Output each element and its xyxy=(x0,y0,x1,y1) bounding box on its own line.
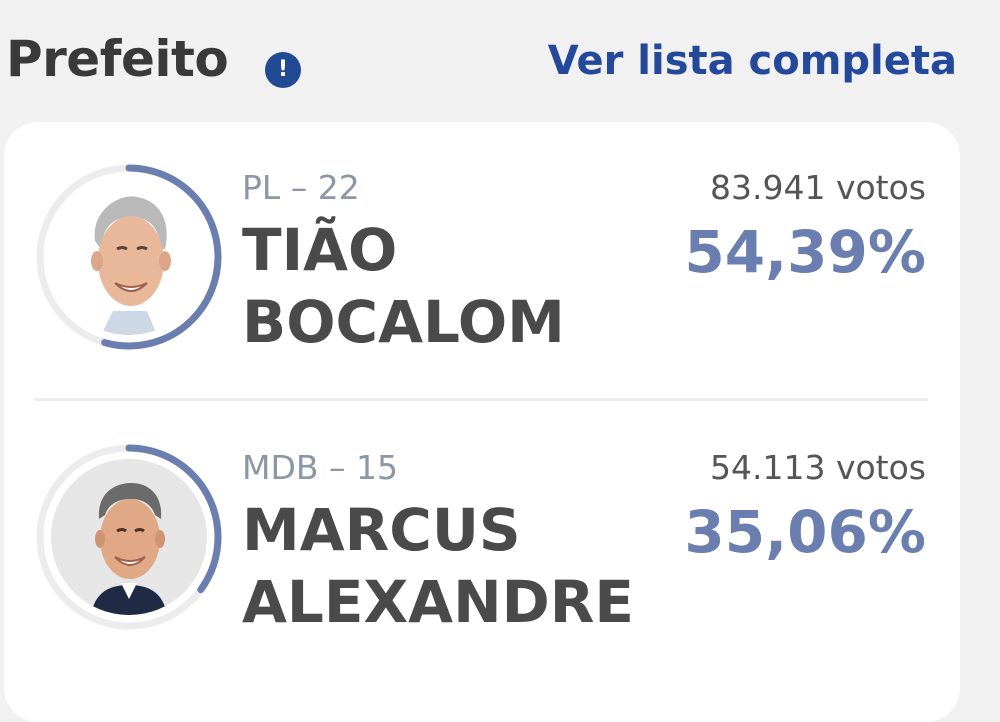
avatar xyxy=(51,459,207,615)
party-number: MDB – 15 xyxy=(242,448,398,487)
page-title: Prefeito xyxy=(6,30,229,88)
results-header: Prefeito ! Ver lista completa xyxy=(0,0,1000,120)
vote-count: 54.113 votos xyxy=(710,448,926,487)
candidate-row[interactable]: MDB – 15 MARCUS ALEXANDRE 54.113 votos 3… xyxy=(4,402,960,680)
vote-count: 83.941 votos xyxy=(710,168,926,207)
results-card: PL – 22 TIÃO BOCALOM 83.941 votos 54,39% xyxy=(4,122,960,722)
candidate-row[interactable]: PL – 22 TIÃO BOCALOM 83.941 votos 54,39% xyxy=(4,122,960,401)
candidate-name-line1: TIÃO xyxy=(242,216,398,284)
candidate-name-line2: BOCALOM xyxy=(242,288,565,356)
vote-percent: 35,06% xyxy=(684,498,926,566)
row-divider xyxy=(34,398,928,401)
candidate-photo xyxy=(51,179,207,335)
candidate-photo xyxy=(51,459,207,615)
info-icon[interactable]: ! xyxy=(265,52,301,88)
party-number: PL – 22 xyxy=(242,168,360,207)
view-full-list-link[interactable]: Ver lista completa xyxy=(548,38,957,84)
candidate-name: TIÃO BOCALOM xyxy=(242,214,662,358)
candidate-name-line2: ALEXANDRE xyxy=(242,568,635,636)
avatar xyxy=(51,179,207,335)
candidate-name-line1: MARCUS xyxy=(242,496,521,564)
candidate-name: MARCUS ALEXANDRE xyxy=(242,494,662,638)
vote-percent: 54,39% xyxy=(684,218,926,286)
